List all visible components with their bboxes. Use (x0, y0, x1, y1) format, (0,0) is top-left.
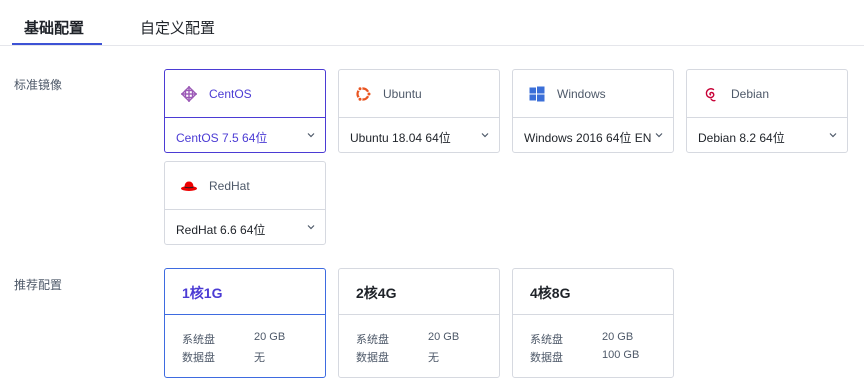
os-card-debian[interactable]: Debian Debian 8.2 64位 (686, 69, 848, 153)
os-name: CentOS (209, 87, 252, 101)
spec-card-header: 2核4G (339, 269, 499, 315)
chevron-down-icon (307, 225, 315, 230)
os-card-windows[interactable]: Windows Windows 2016 64位 EN (512, 69, 674, 153)
debian-icon (705, 88, 716, 102)
os-version-value: Ubuntu 18.04 64位 (350, 131, 451, 145)
os-card-header[interactable]: Ubuntu (339, 70, 499, 118)
os-version-select[interactable]: Ubuntu 18.04 64位 (339, 118, 499, 153)
chevron-down-icon (307, 133, 315, 138)
chevron-down-icon (829, 133, 837, 138)
spec-card-header: 1核1G (165, 269, 325, 315)
data-disk-label: 数据盘 (530, 352, 563, 364)
active-tab-indicator (12, 43, 102, 45)
os-card-header[interactable]: Debian (687, 70, 847, 118)
os-version-select[interactable]: CentOS 7.5 64位 (165, 118, 325, 153)
spec-card-2c4g[interactable]: 2核4G 系统盘 20 GB 数据盘 无 (338, 268, 500, 378)
os-name: Windows (557, 87, 606, 101)
redhat-icon (181, 181, 197, 191)
os-version-value: CentOS 7.5 64位 (176, 131, 268, 145)
system-disk-label: 系统盘 (182, 334, 215, 346)
tab-custom-config[interactable]: 自定义配置 (140, 17, 215, 38)
centos-icon (180, 85, 198, 103)
os-name: Ubuntu (383, 87, 422, 101)
os-card-header[interactable]: Windows (513, 70, 673, 118)
standard-image-label: 标准镜像 (14, 78, 63, 92)
os-card-centos[interactable]: CentOS CentOS 7.5 64位 (164, 69, 326, 153)
os-card-redhat[interactable]: RedHat RedHat 6.6 64位 (164, 161, 326, 245)
data-disk-value: 无 (428, 352, 439, 364)
os-version-value: RedHat 6.6 64位 (176, 223, 266, 237)
chevron-down-icon (655, 133, 663, 138)
tab-basic-config[interactable]: 基础配置 (24, 17, 84, 38)
system-disk-label: 系统盘 (530, 334, 563, 346)
os-version-select[interactable]: RedHat 6.6 64位 (165, 210, 325, 245)
recommended-config-label: 推荐配置 (14, 278, 63, 292)
system-disk-value: 20 GB (602, 331, 634, 343)
chevron-down-icon (481, 133, 489, 138)
config-tabs: 基础配置 自定义配置 (0, 0, 864, 46)
os-name: Debian (731, 87, 770, 101)
spec-card-1c1g[interactable]: 1核1G 系统盘 20 GB 数据盘 无 (164, 268, 326, 378)
spec-card-4c8g[interactable]: 4核8G 系统盘 20 GB 数据盘 100 GB (512, 268, 674, 378)
os-card-ubuntu[interactable]: Ubuntu Ubuntu 18.04 64位 (338, 69, 500, 153)
os-version-value: Debian 8.2 64位 (698, 131, 785, 145)
system-disk-value: 20 GB (428, 331, 460, 343)
spec-title: 4核8G (530, 285, 571, 301)
spec-title: 2核4G (356, 285, 397, 301)
data-disk-label: 数据盘 (356, 352, 389, 364)
data-disk-value: 100 GB (602, 349, 640, 361)
windows-icon (529, 86, 545, 102)
os-card-header[interactable]: CentOS (165, 70, 325, 118)
os-name: RedHat (209, 179, 250, 193)
os-version-select[interactable]: Windows 2016 64位 EN (513, 118, 673, 153)
ubuntu-icon (356, 86, 372, 102)
system-disk-value: 20 GB (254, 331, 286, 343)
system-disk-label: 系统盘 (356, 334, 389, 346)
spec-card-header: 4核8G (513, 269, 673, 315)
data-disk-label: 数据盘 (182, 352, 215, 364)
os-version-select[interactable]: Debian 8.2 64位 (687, 118, 847, 153)
data-disk-value: 无 (254, 352, 265, 364)
spec-title: 1核1G (182, 285, 223, 301)
os-card-header[interactable]: RedHat (165, 162, 325, 210)
os-version-value: Windows 2016 64位 EN (524, 131, 652, 145)
